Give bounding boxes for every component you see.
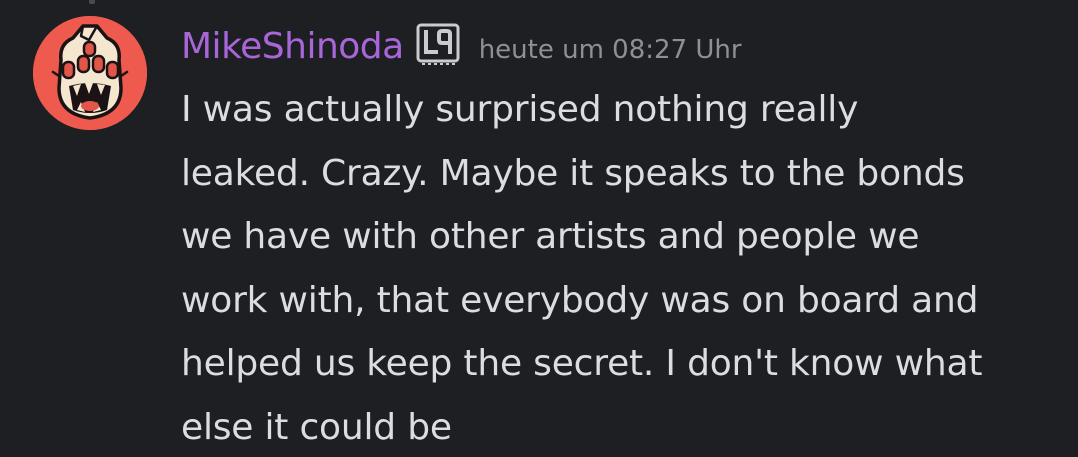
message-line: I was actually surprised nothing really — [181, 89, 859, 130]
message-content: I was actually surprised nothing really … — [181, 78, 1061, 457]
avatar[interactable] — [33, 16, 147, 130]
message-line: leaked. Crazy. Maybe it speaks to the bo… — [181, 152, 965, 194]
message-line: helped us keep the secret. I don't know … — [181, 343, 983, 384]
message-line: work with, that everybody was on board a… — [181, 279, 979, 321]
username[interactable]: MikeShinoda — [181, 22, 404, 72]
chat-message: MikeShinoda heute um 08:27 Uhr I was act… — [0, 0, 1078, 457]
timestamp[interactable]: heute um 08:27 Uhr — [479, 25, 742, 75]
message-header: MikeShinoda heute um 08:27 Uhr — [181, 22, 742, 72]
avatar-monster-icon — [33, 16, 147, 130]
message-line: we have with other artists and people we — [181, 216, 920, 257]
server-tag-badge-icon[interactable] — [414, 22, 464, 68]
message-line: else it could be — [181, 406, 452, 448]
